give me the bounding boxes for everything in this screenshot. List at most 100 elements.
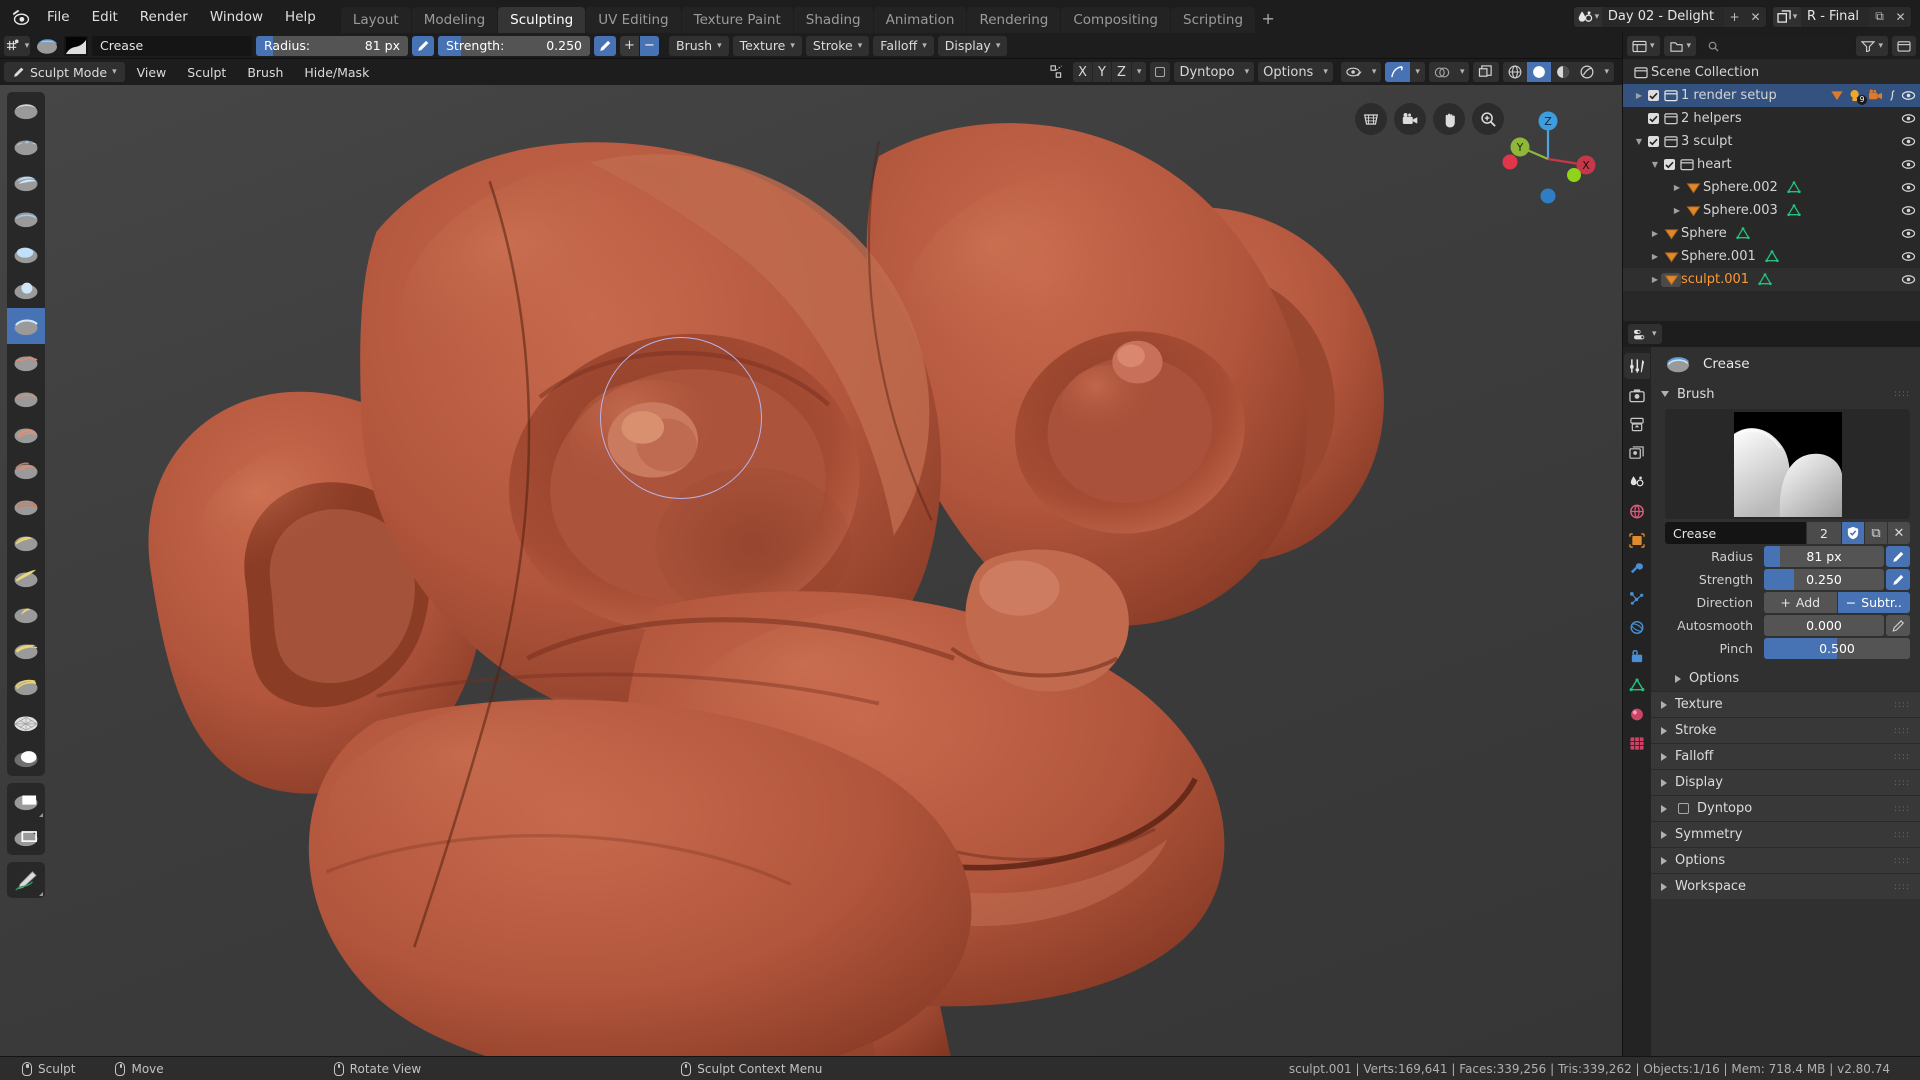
tool-thumb[interactable] xyxy=(7,596,45,632)
panel-header-brush[interactable]: Brush :::: xyxy=(1651,381,1920,407)
tool-simplify[interactable] xyxy=(7,704,45,740)
symmetry-axis-y[interactable]: Y xyxy=(1093,62,1111,82)
brush-texture-preview[interactable] xyxy=(64,35,88,56)
outliner-new-collection-button[interactable] xyxy=(1892,36,1916,56)
subpanel-options[interactable]: Options xyxy=(1651,666,1920,691)
tool-rotate[interactable] xyxy=(7,668,45,704)
tool-flatten[interactable] xyxy=(7,380,45,416)
eye-icon[interactable] xyxy=(1901,136,1916,147)
pinch-slider[interactable]: 0.500 xyxy=(1764,638,1910,659)
outliner-row-helpers[interactable]: 2 helpers xyxy=(1623,107,1920,130)
properties-tab-output[interactable] xyxy=(1624,411,1650,437)
fake-user-shield-icon[interactable] xyxy=(1842,522,1864,544)
radius-pressure-toggle[interactable] xyxy=(412,35,434,56)
shading-chevron[interactable]: ▾ xyxy=(1599,62,1614,82)
overlays-toggle[interactable] xyxy=(1429,62,1455,82)
autosmooth-pressure-toggle[interactable] xyxy=(1886,615,1910,636)
outliner-row-sculpt-001[interactable]: ▶ sculpt.001 xyxy=(1623,268,1920,291)
brush-thumbnail-container[interactable] xyxy=(1665,409,1910,519)
panel-header-symmetry[interactable]: Symmetry :::: xyxy=(1651,821,1920,847)
toggle-orthographic-icon[interactable] xyxy=(1355,103,1387,135)
workspace-tab-scripting[interactable]: Scripting xyxy=(1171,7,1256,33)
panel-header-workspace[interactable]: Workspace :::: xyxy=(1651,873,1920,899)
outliner-filter-button[interactable]: ▾ xyxy=(1856,36,1888,56)
disclosure-triangle-icon[interactable]: ▶ xyxy=(1649,252,1661,261)
outliner-row-sphere[interactable]: ▶ Sphere xyxy=(1623,222,1920,245)
shading-mode-group[interactable]: ▾ xyxy=(1503,62,1614,82)
brush-name-field[interactable]: Crease xyxy=(92,35,252,56)
tool-annotate[interactable] xyxy=(7,862,45,898)
properties-tab-particles[interactable] xyxy=(1624,585,1650,611)
unlink-brush-button[interactable]: ✕ xyxy=(1888,522,1910,544)
falloff-popover[interactable]: Falloff ▾ xyxy=(873,35,934,56)
tool-draw-brush[interactable] xyxy=(7,92,45,128)
collection-checkbox[interactable] xyxy=(1645,113,1661,124)
material-preview-shading-button[interactable] xyxy=(1551,62,1575,82)
outliner-row-sphere-003[interactable]: ▶ Sphere.003 xyxy=(1623,199,1920,222)
tool-mask[interactable] xyxy=(7,740,45,776)
dyntopo-chevron[interactable]: ▾ xyxy=(1240,62,1255,82)
brush-users-count[interactable]: 2 xyxy=(1807,522,1841,544)
rendered-shading-button[interactable] xyxy=(1575,62,1599,82)
eye-icon[interactable] xyxy=(1901,228,1916,239)
properties-tab-texture[interactable] xyxy=(1624,730,1650,756)
outliner-row-heart[interactable]: ▼ heart xyxy=(1623,153,1920,176)
gizmo-group[interactable]: ▾ xyxy=(1385,62,1425,82)
display-popover[interactable]: Display ▾ xyxy=(937,35,1008,56)
visibility-chevron[interactable]: ▾ xyxy=(1367,62,1382,82)
tool-crease[interactable] xyxy=(7,308,45,344)
navigation-gizmo[interactable]: Z X Y xyxy=(1488,99,1608,219)
eye-icon[interactable] xyxy=(1901,251,1916,262)
brush-popover[interactable]: Brush ▾ xyxy=(669,35,729,56)
radius-pressure-toggle[interactable] xyxy=(1886,546,1910,567)
eye-icon[interactable] xyxy=(1901,113,1916,124)
direction-subtract-button[interactable]: − xyxy=(640,35,659,56)
eye-icon[interactable] xyxy=(1901,90,1916,101)
add-workspace-button[interactable]: + xyxy=(1256,7,1280,33)
autosmooth-slider[interactable]: 0.000 xyxy=(1764,615,1884,636)
wireframe-shading-button[interactable] xyxy=(1503,62,1527,82)
strength-slider[interactable]: 0.250 xyxy=(1764,569,1884,590)
eye-icon[interactable] xyxy=(1901,182,1916,193)
panel-header-texture[interactable]: Texture :::: xyxy=(1651,691,1920,717)
menu-window[interactable]: Window xyxy=(199,5,274,29)
dyntopo-enable-checkbox[interactable] xyxy=(1678,803,1689,814)
tool-box-hide[interactable] xyxy=(7,783,45,819)
copy-view-layer-button[interactable]: ⧉ xyxy=(1869,6,1890,27)
collection-checkbox[interactable] xyxy=(1645,136,1661,147)
disclosure-triangle-icon[interactable]: ▶ xyxy=(1633,91,1645,100)
properties-tab-object[interactable] xyxy=(1624,527,1650,553)
mode-selector[interactable]: Sculpt Mode ▾ xyxy=(4,62,125,82)
properties-tab-scene[interactable] xyxy=(1624,469,1650,495)
direction-add-button[interactable]: + xyxy=(620,35,639,56)
properties-tab-world[interactable] xyxy=(1624,498,1650,524)
properties-tab-physics[interactable] xyxy=(1624,614,1650,640)
visibility-popover[interactable]: ▾ xyxy=(1340,62,1382,82)
brush-datablock-name[interactable]: Crease xyxy=(1665,522,1806,544)
workspace-tab-shading[interactable]: Shading xyxy=(793,7,873,33)
tool-smooth[interactable] xyxy=(7,344,45,380)
workspace-tab-uv-editing[interactable]: UV Editing xyxy=(586,7,681,33)
strength-slider[interactable]: Strength: 0.250 xyxy=(438,35,590,56)
blender-logo-icon[interactable] xyxy=(6,4,36,30)
menu-file[interactable]: File xyxy=(36,5,81,29)
duplicate-brush-button[interactable]: ⧉ xyxy=(1865,522,1887,544)
xray-toggle-group[interactable] xyxy=(1473,62,1500,82)
tool-fill[interactable] xyxy=(7,416,45,452)
properties-editor-type-button[interactable]: ▾ xyxy=(1628,324,1662,344)
direction-subtract-option[interactable]: − Subtr.. xyxy=(1837,592,1910,613)
dyntopo-checkbox[interactable] xyxy=(1150,62,1170,82)
disclosure-triangle-icon[interactable]: ▼ xyxy=(1649,160,1661,169)
properties-tab-modifier[interactable] xyxy=(1624,556,1650,582)
outliner-row-render-setup[interactable]: ▶ 1 render setup 9 xyxy=(1623,84,1920,107)
strength-pressure-toggle[interactable] xyxy=(594,35,616,56)
workspace-tab-rendering[interactable]: Rendering xyxy=(967,7,1061,33)
brush-icon[interactable] xyxy=(34,35,60,57)
properties-tab-render[interactable] xyxy=(1624,382,1650,408)
dyntopo-toggle-group[interactable] xyxy=(1150,62,1171,82)
tool-blob[interactable] xyxy=(7,272,45,308)
outliner-display-mode-button[interactable]: ▾ xyxy=(1663,36,1697,56)
workspace-tab-layout[interactable]: Layout xyxy=(340,7,411,33)
eye-icon[interactable] xyxy=(1901,159,1916,170)
solid-shading-button[interactable] xyxy=(1527,62,1552,82)
